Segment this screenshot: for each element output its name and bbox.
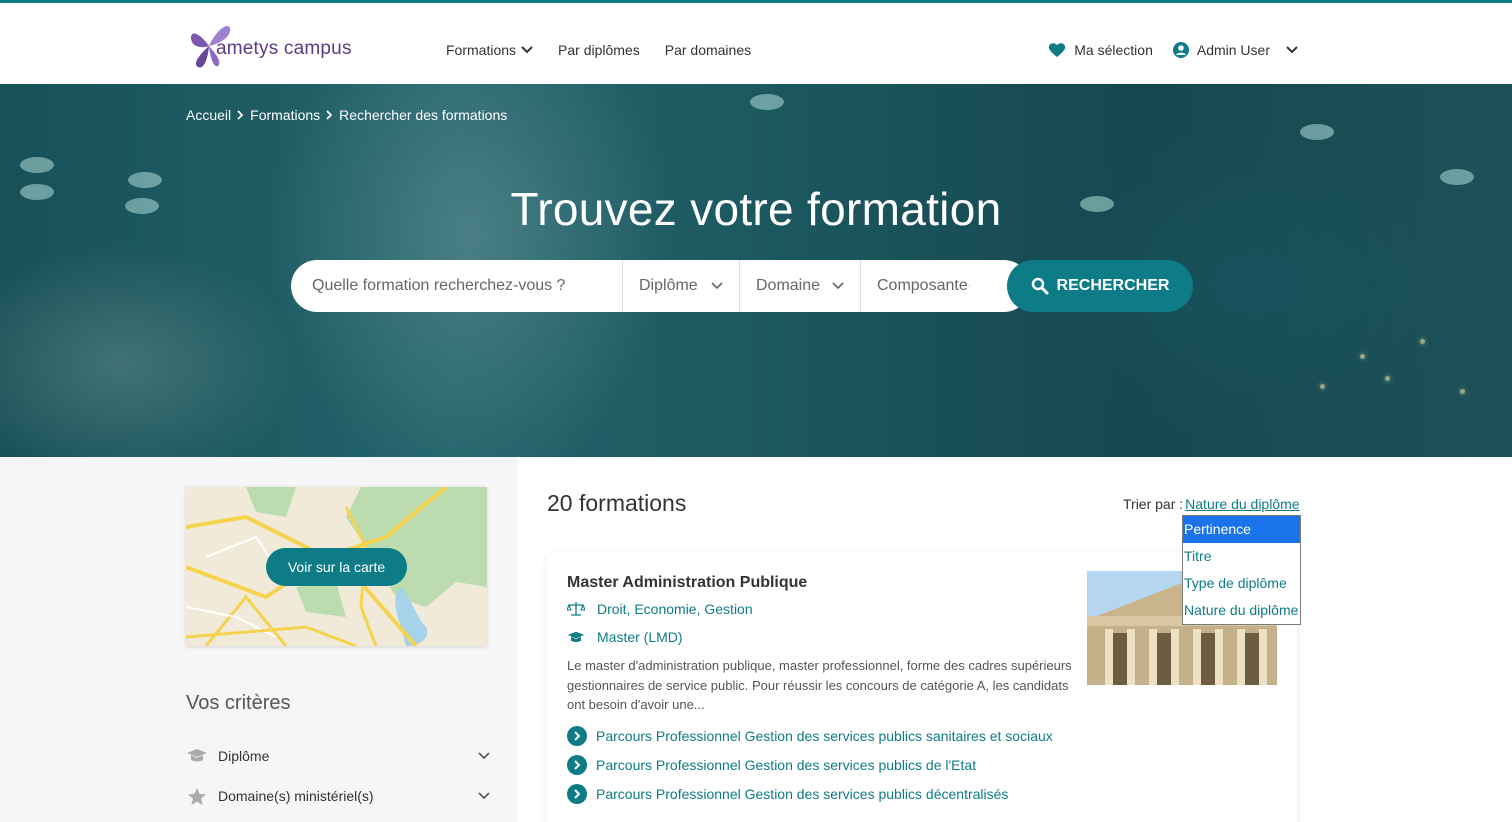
search-button-label: RECHERCHER — [1056, 277, 1170, 294]
search-icon — [1031, 277, 1049, 295]
criteria-item-domaines-ministeriels[interactable]: Domaine(s) ministériel(s) — [186, 784, 490, 808]
search-input[interactable] — [291, 260, 622, 312]
result-title[interactable]: Master Administration Publique — [567, 574, 807, 592]
select-label: Domaine — [756, 277, 821, 294]
nav-item-par-domaines[interactable]: Par domaines — [665, 42, 751, 58]
result-description: Le master d'administration publique, mas… — [567, 658, 1072, 712]
chevron-down-icon — [1286, 46, 1298, 54]
chevron-right-icon — [237, 110, 244, 120]
results-count: 20 formations — [547, 490, 687, 516]
site-logo[interactable]: ametys campus — [186, 19, 376, 71]
result-degree-tag: Master (LMD) — [567, 629, 683, 645]
heart-icon — [1049, 43, 1066, 57]
chevron-down-icon — [478, 792, 490, 800]
path-label: Parcours Professionnel Gestion des servi… — [596, 786, 1009, 802]
result-path-link[interactable]: Parcours Professionnel Gestion des servi… — [567, 784, 1008, 804]
voir-sur-la-carte-button[interactable]: Voir sur la carte — [266, 548, 407, 586]
search-bar: Diplôme Domaine Composante RECHERCHER — [291, 260, 1193, 312]
logo-text: ametys campus — [216, 38, 352, 59]
nav-item-label: Par domaines — [664, 42, 752, 58]
main-nav: Formations Par diplômes Par domaines — [446, 42, 751, 58]
diplome-select[interactable]: Diplôme — [622, 260, 739, 312]
select-label: Diplôme — [639, 277, 698, 294]
domaine-select[interactable]: Domaine — [739, 260, 860, 312]
criteria-title: Vos critères — [186, 692, 291, 714]
result-path-link[interactable]: Parcours Professionnel Gestion des servi… — [567, 726, 1053, 746]
search-button[interactable]: RECHERCHER — [1007, 260, 1193, 312]
chevron-down-icon — [478, 752, 490, 760]
graduation-cap-icon — [186, 746, 208, 766]
sort-label: Trier par : — [1123, 496, 1184, 512]
graduation-cap-icon — [567, 629, 585, 645]
chevron-down-icon — [832, 282, 844, 290]
chevron-right-circle-icon — [567, 755, 587, 775]
sort-option-titre[interactable]: Titre — [1183, 543, 1300, 570]
result-domain-tag: Droit, Economie, Gestion — [567, 601, 753, 617]
sort-control: Trier par : Nature du diplôme — [1123, 496, 1300, 512]
sort-option-pertinence[interactable]: Pertinence — [1183, 516, 1300, 543]
nav-item-par-diplomes[interactable]: Par diplômes — [558, 42, 640, 58]
ma-selection-label: Ma sélection — [1074, 42, 1153, 58]
chevron-right-circle-icon — [567, 784, 587, 804]
nav-item-label: Formations — [446, 42, 517, 58]
map-preview[interactable]: Voir sur la carte — [186, 487, 487, 646]
criteria-label: Domaine(s) ministériel(s) — [218, 788, 374, 804]
user-menu[interactable]: Admin User — [1172, 42, 1298, 58]
user-avatar-icon — [1172, 42, 1189, 58]
site-header: ametys campus Formations Par diplômes Pa… — [0, 3, 1512, 84]
hero-title: Trouvez votre formation — [510, 183, 1002, 235]
breadcrumb-item[interactable]: Accueil — [186, 107, 231, 123]
ma-selection-link[interactable]: Ma sélection — [1048, 42, 1153, 58]
result-domain: Droit, Economie, Gestion — [597, 601, 753, 617]
select-label: Composante — [877, 277, 968, 294]
criteria-label: Diplôme — [218, 748, 270, 764]
hero-banner: Accueil Formations Rechercher des format… — [0, 84, 1512, 457]
chevron-right-icon — [326, 110, 333, 120]
breadcrumb-item[interactable]: Formations — [250, 107, 320, 123]
scales-icon — [567, 601, 585, 617]
chevron-right-circle-icon — [567, 726, 587, 746]
user-area: Ma sélection Admin User — [1048, 42, 1298, 58]
chevron-down-icon — [521, 46, 533, 54]
sort-dropdown: Pertinence Titre Type de diplôme Nature … — [1182, 515, 1301, 625]
user-name: Admin User — [1196, 42, 1270, 58]
chevron-down-icon — [967, 285, 970, 287]
nav-item-label: Par diplômes — [558, 42, 640, 58]
nav-item-formations[interactable]: Formations — [446, 42, 533, 58]
breadcrumb: Accueil Formations Rechercher des format… — [186, 107, 507, 123]
filters-sidebar: Voir sur la carte Vos critères Diplôme D… — [0, 457, 517, 822]
breadcrumb-current: Rechercher des formations — [339, 107, 508, 123]
sort-option-nature-du-diplome[interactable]: Nature du diplôme — [1183, 597, 1300, 624]
chevron-down-icon — [711, 282, 723, 290]
result-path-link[interactable]: Parcours Professionnel Gestion des servi… — [567, 755, 976, 775]
star-icon — [186, 786, 208, 806]
sort-select[interactable]: Nature du diplôme — [1185, 496, 1299, 512]
path-label: Parcours Professionnel Gestion des servi… — [596, 757, 977, 773]
sort-option-type-de-diplome[interactable]: Type de diplôme — [1183, 570, 1300, 597]
composante-select[interactable]: Composante — [860, 260, 1030, 312]
path-label: Parcours Professionnel Gestion des servi… — [596, 728, 1053, 744]
result-degree: Master (LMD) — [597, 629, 683, 645]
criteria-item-diplome[interactable]: Diplôme — [186, 744, 490, 768]
